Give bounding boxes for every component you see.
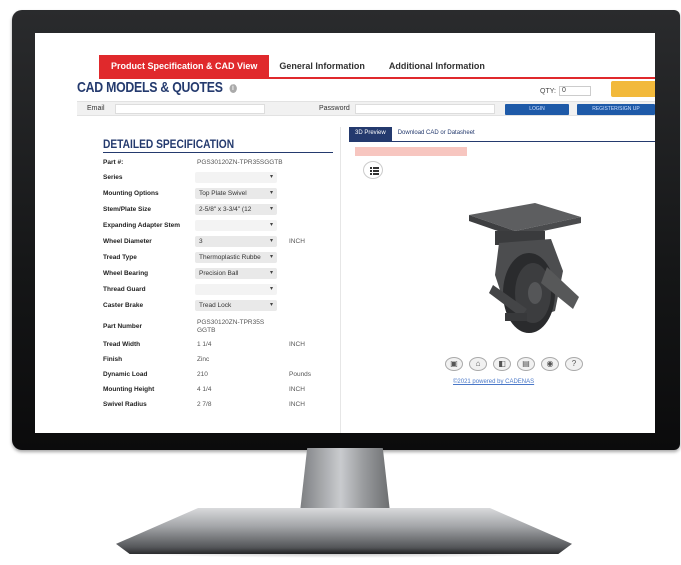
page-title: CAD MODELS & QUOTES i	[77, 79, 237, 96]
email-label: Email	[87, 105, 105, 112]
spec-label: Stem/Plate Size	[103, 206, 152, 213]
spec-label: Finish	[103, 356, 123, 363]
spec-value: PGS30120ZN-TPR35SGGTB	[197, 159, 283, 166]
help-icon[interactable]: ?	[565, 357, 583, 371]
spec-label: Tread Type	[103, 254, 137, 261]
spec-title: DETAILED SPECIFICATION	[103, 137, 235, 151]
stem-plate-select[interactable]: 2-5/8" x 3-3/4" (12 ▾	[195, 204, 277, 215]
spec-unit: INCH	[289, 401, 305, 408]
wheel-diameter-select[interactable]: 3 ▾	[195, 236, 277, 247]
spec-unit: INCH	[289, 238, 305, 245]
spec-value: 210	[197, 371, 208, 378]
specification-panel: DETAILED SPECIFICATION Part #: PGS30120Z…	[93, 127, 341, 433]
spec-label: Part #:	[103, 159, 124, 166]
mounting-options-select[interactable]: Top Plate Swivel ▾	[195, 188, 277, 199]
chevron-down-icon: ▾	[269, 222, 273, 228]
spec-value: 2 7/8	[197, 401, 212, 408]
spec-label: Part Number	[103, 323, 143, 330]
spec-label: Swivel Radius	[103, 401, 147, 408]
viewer-toolbar: ▣ ⌂ ◧ ▤ ◉ ?	[445, 357, 583, 371]
chevron-down-icon: ▾	[269, 238, 273, 244]
tread-type-select[interactable]: Thermoplastic Rubbe ▾	[195, 252, 277, 263]
caster-3d-model[interactable]	[455, 201, 585, 351]
chevron-down-icon: ▾	[269, 270, 273, 276]
spec-label: Thread Guard	[103, 286, 146, 293]
password-field[interactable]	[355, 104, 495, 114]
password-label: Password	[319, 105, 350, 112]
tab-additional-information[interactable]: Additional Information	[379, 55, 499, 77]
login-button[interactable]: LOGIN	[505, 104, 569, 115]
spec-unit: INCH	[289, 386, 305, 393]
list-icon-glyph	[370, 167, 379, 175]
monitor-bezel: Product Specification & CAD View General…	[12, 10, 680, 450]
chevron-down-icon: ▾	[269, 206, 273, 212]
chevron-down-icon: ▾	[269, 254, 273, 260]
select-value: Precision Ball	[199, 270, 239, 277]
select-value: Tread Lock	[199, 302, 232, 309]
viewer-tabs: 3D Preview Download CAD or Datasheet	[349, 127, 481, 141]
register-button[interactable]: REGISTER/SIGN UP	[577, 104, 655, 115]
tab-product-specification[interactable]: Product Specification & CAD View	[99, 55, 270, 77]
spec-value: Zinc	[197, 356, 210, 363]
caster-brake-select[interactable]: Tread Lock ▾	[195, 300, 277, 311]
spec-value: 4 1/4	[197, 386, 212, 393]
wheel-bearing-select[interactable]: Precision Ball ▾	[195, 268, 277, 279]
notice-banner	[355, 147, 467, 156]
spec-label: Wheel Diameter	[103, 238, 152, 245]
qty-input[interactable]: 0	[558, 86, 591, 96]
spec-label: Wheel Bearing	[103, 270, 149, 277]
monitor-screen: Product Specification & CAD View General…	[35, 33, 655, 433]
shading-icon[interactable]: ◉	[541, 357, 559, 371]
spec-label: Tread Width	[103, 341, 141, 348]
spec-value: PGS30120ZN-TPR35SGGTB	[197, 319, 265, 334]
tab-general-information[interactable]: General Information	[269, 55, 379, 77]
spec-label: Expanding Adapter Stem	[103, 222, 181, 229]
page-title-text: CAD MODELS & QUOTES	[77, 79, 223, 96]
spec-unit: INCH	[289, 341, 305, 348]
stand-shadow	[120, 548, 568, 558]
home-view-icon[interactable]: ⌂	[469, 357, 487, 371]
tab-download-cad[interactable]: Download CAD or Datasheet	[392, 127, 481, 141]
spec-label: Mounting Height	[103, 386, 155, 393]
tab-3d-preview[interactable]: 3D Preview	[349, 127, 392, 141]
measure-icon[interactable]: ▤	[517, 357, 535, 371]
select-value: 3	[199, 238, 203, 245]
select-value: 2-5/8" x 3-3/4" (12	[199, 206, 252, 213]
quantity-control: QTY: 0	[540, 86, 591, 96]
spec-label: Dynamic Load	[103, 371, 148, 378]
spec-label: Caster Brake	[103, 302, 144, 309]
expanding-stem-select[interactable]: ▾	[195, 220, 277, 231]
series-select[interactable]: ▾	[195, 172, 277, 183]
chevron-down-icon: ▾	[269, 302, 273, 308]
viewer-tab-underline	[349, 141, 655, 142]
add-to-quote-button[interactable]	[611, 81, 655, 97]
product-tabs: Product Specification & CAD View General…	[99, 55, 499, 77]
login-bar: Email Password LOGIN REGISTER/SIGN UP	[77, 101, 655, 116]
spec-title-rule	[103, 152, 333, 153]
chevron-down-icon: ▾	[269, 174, 273, 180]
chevron-down-icon: ▾	[269, 286, 273, 292]
qty-label: QTY:	[540, 87, 556, 95]
list-icon[interactable]	[363, 161, 383, 179]
view-cube-icon[interactable]: ▣	[445, 357, 463, 371]
select-value: Top Plate Swivel	[199, 190, 247, 197]
thread-guard-select[interactable]: ▾	[195, 284, 277, 295]
info-icon[interactable]: i	[229, 83, 237, 93]
email-field[interactable]	[115, 104, 265, 114]
select-value: Thermoplastic Rubbe	[199, 254, 261, 261]
chevron-down-icon: ▾	[269, 190, 273, 196]
rotate-icon[interactable]: ◧	[493, 357, 511, 371]
powered-by-link[interactable]: ©2021 powered by CADENAS	[453, 379, 534, 385]
spec-unit: Pounds	[289, 371, 312, 378]
spec-label: Series	[103, 174, 123, 181]
spec-label: Mounting Options	[103, 190, 159, 197]
spec-value: 1 1/4	[197, 341, 212, 348]
monitor-stand-neck	[300, 448, 390, 512]
